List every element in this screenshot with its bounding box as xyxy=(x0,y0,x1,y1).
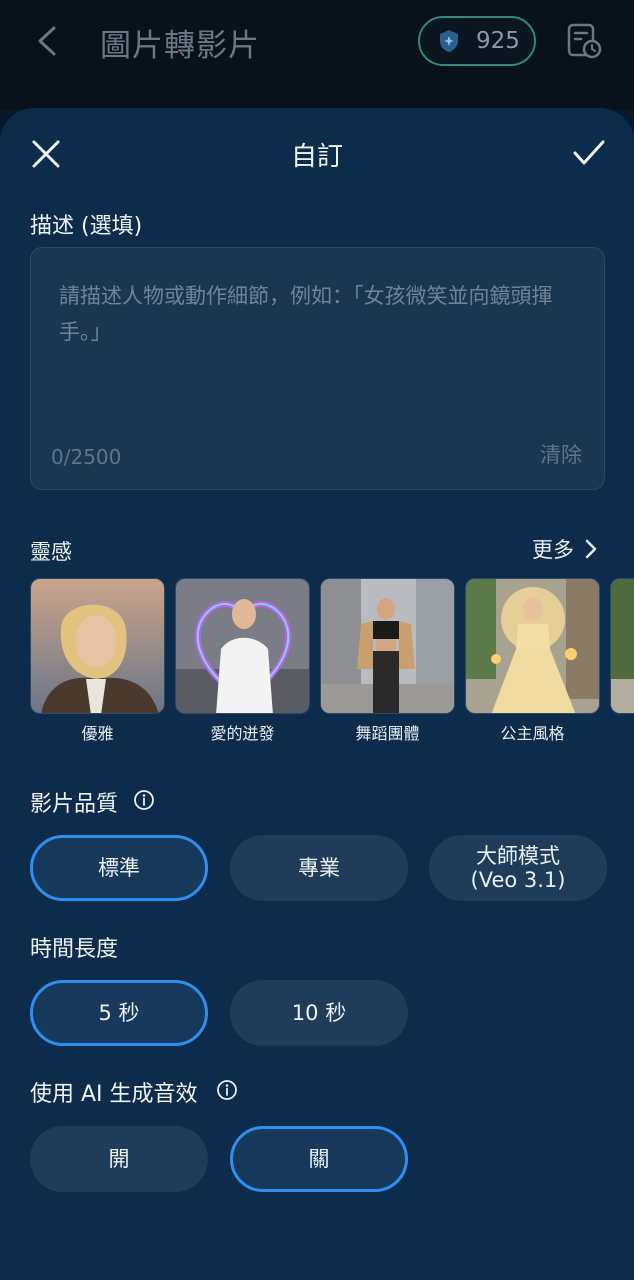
quality-option-pro[interactable]: 專業 xyxy=(230,835,408,901)
duration-option-10s[interactable]: 10 秒 xyxy=(230,980,408,1046)
quality-option-label: 專業 xyxy=(298,856,340,880)
audio-label: 使用 AI 生成音效 xyxy=(30,1082,198,1107)
shield-icon xyxy=(440,30,458,52)
history-icon[interactable] xyxy=(566,22,602,60)
duration-option-label: 5 秒 xyxy=(98,1001,140,1025)
inspiration-card-label: 公主風格 xyxy=(500,724,565,743)
info-icon[interactable] xyxy=(133,789,155,811)
inspiration-gallery: 優雅 愛的迸發 舞蹈團體 公主風格 xyxy=(30,578,634,748)
inspiration-card-label: 優雅 xyxy=(81,724,114,743)
quality-option-standard[interactable]: 標準 xyxy=(30,835,208,901)
info-icon[interactable] xyxy=(216,1079,238,1101)
inspiration-card[interactable]: 愛的迸發 xyxy=(175,578,310,744)
credits-badge[interactable]: 925 xyxy=(418,16,536,66)
audio-option-label: 關 xyxy=(308,1147,330,1171)
more-button[interactable]: 更多 xyxy=(532,534,598,564)
inspiration-card-label: 舞蹈團體 xyxy=(355,724,420,743)
top-app-bar: 圖片轉影片 925 xyxy=(0,0,634,110)
audio-option-label: 開 xyxy=(108,1147,130,1171)
inspiration-thumbnail xyxy=(610,578,634,714)
quality-option-label: 標準 xyxy=(98,856,140,880)
duration-option-5s[interactable]: 5 秒 xyxy=(30,980,208,1046)
inspiration-thumbnail xyxy=(320,578,455,714)
more-label: 更多 xyxy=(532,538,574,562)
inspiration-thumbnail xyxy=(175,578,310,714)
inspiration-thumbnail xyxy=(30,578,165,714)
checkmark-icon[interactable] xyxy=(572,138,606,168)
audio-option-on[interactable]: 開 xyxy=(30,1126,208,1192)
inspiration-card-label: 愛的迸發 xyxy=(210,724,275,743)
inspiration-card[interactable]: 優雅 xyxy=(30,578,165,744)
quality-label: 影片品質 xyxy=(30,792,119,817)
description-label: 描述 (選填) xyxy=(30,214,143,239)
chevron-right-icon xyxy=(585,539,597,559)
quality-option-label: 大師模式 (Veo 3.1) xyxy=(470,844,566,892)
quality-option-master[interactable]: 大師模式 (Veo 3.1) xyxy=(429,835,607,901)
inspiration-card[interactable]: 公主風格 xyxy=(465,578,600,744)
back-arrow-icon[interactable] xyxy=(30,22,64,60)
inspiration-card[interactable]: 舞蹈團體 xyxy=(320,578,455,744)
clear-button[interactable]: 清除 xyxy=(540,439,582,469)
inspiration-thumbnail xyxy=(465,578,600,714)
customize-sheet: 自訂 描述 (選填) 請描述人物或動作細節，例如：「女孩微笑並向鏡頭揮手。」 0… xyxy=(0,108,634,1280)
character-counter: 0/2500 xyxy=(51,445,122,469)
inspiration-label: 靈感 xyxy=(30,540,72,564)
description-input[interactable]: 請描述人物或動作細節，例如：「女孩微笑並向鏡頭揮手。」 0/2500 清除 xyxy=(30,247,605,490)
credits-count: 925 xyxy=(476,28,520,54)
page-title: 圖片轉影片 xyxy=(100,28,260,64)
duration-option-label: 10 秒 xyxy=(291,1001,347,1025)
audio-option-off[interactable]: 關 xyxy=(230,1126,408,1192)
sheet-title: 自訂 xyxy=(290,142,343,172)
description-placeholder: 請描述人物或動作細節，例如：「女孩微笑並向鏡頭揮手。」 xyxy=(59,284,553,344)
inspiration-card[interactable] xyxy=(610,578,634,714)
duration-label: 時間長度 xyxy=(30,937,119,962)
